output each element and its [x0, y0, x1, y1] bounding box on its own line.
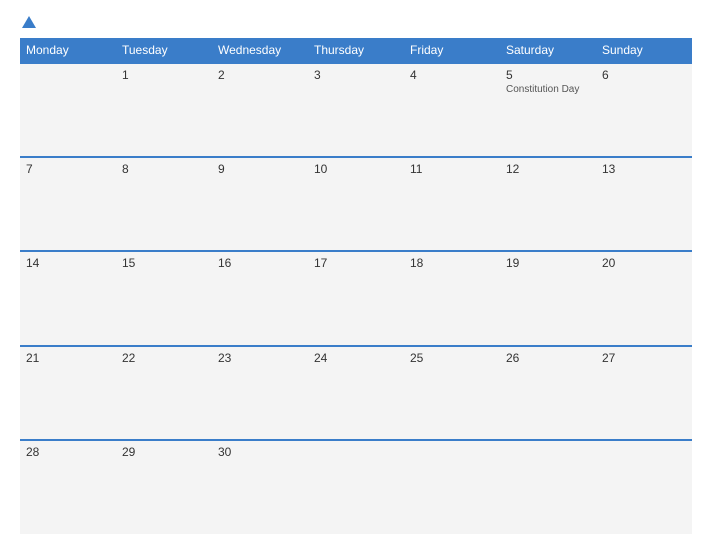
calendar-cell: 5 Constitution Day [500, 63, 596, 157]
calendar-cell: 2 [212, 63, 308, 157]
calendar-cell: 21 [20, 346, 116, 440]
day-number: 21 [26, 351, 110, 365]
calendar-week-row: 28 29 30 [20, 440, 692, 534]
day-number: 22 [122, 351, 206, 365]
day-number: 26 [506, 351, 590, 365]
logo-triangle-icon [22, 16, 36, 28]
day-number: 15 [122, 256, 206, 270]
day-number: 4 [410, 68, 494, 82]
weekday-header: Monday [20, 38, 116, 63]
calendar-cell [20, 63, 116, 157]
calendar-week-row: 12345 Constitution Day 6 [20, 63, 692, 157]
day-number: 14 [26, 256, 110, 270]
day-number: 3 [314, 68, 398, 82]
calendar-header [20, 16, 692, 28]
calendar-cell: 12 [500, 157, 596, 251]
day-number: 17 [314, 256, 398, 270]
calendar-cell [500, 440, 596, 534]
day-number: 16 [218, 256, 302, 270]
weekday-header: Saturday [500, 38, 596, 63]
weekday-header: Sunday [596, 38, 692, 63]
calendar-cell: 29 [116, 440, 212, 534]
calendar-cell: 9 [212, 157, 308, 251]
calendar-cell: 1 [116, 63, 212, 157]
day-number: 28 [26, 445, 110, 459]
calendar-cell: 11 [404, 157, 500, 251]
calendar-week-row: 789 10 11 12 13 [20, 157, 692, 251]
weekday-header: Tuesday [116, 38, 212, 63]
calendar-cell: 7 [20, 157, 116, 251]
day-number: 20 [602, 256, 686, 270]
calendar-cell: 27 [596, 346, 692, 440]
day-number: 2 [218, 68, 302, 82]
day-number: 12 [506, 162, 590, 176]
calendar-cell: 4 [404, 63, 500, 157]
calendar-cell: 6 [596, 63, 692, 157]
weekday-header: Friday [404, 38, 500, 63]
calendar-cell: 3 [308, 63, 404, 157]
day-number: 5 [506, 68, 590, 82]
calendar-cell [596, 440, 692, 534]
calendar-cell: 28 [20, 440, 116, 534]
calendar-cell: 23 [212, 346, 308, 440]
day-number: 10 [314, 162, 398, 176]
day-number: 8 [122, 162, 206, 176]
calendar-cell: 8 [116, 157, 212, 251]
calendar-header-row: MondayTuesdayWednesdayThursdayFridaySatu… [20, 38, 692, 63]
day-number: 13 [602, 162, 686, 176]
holiday-label: Constitution Day [506, 84, 590, 95]
day-number: 30 [218, 445, 302, 459]
day-number: 18 [410, 256, 494, 270]
calendar-cell: 18 [404, 251, 500, 345]
day-number: 7 [26, 162, 110, 176]
calendar-week-row: 21 22 23 24 25 26 27 [20, 346, 692, 440]
day-number: 23 [218, 351, 302, 365]
day-number: 1 [122, 68, 206, 82]
day-number: 25 [410, 351, 494, 365]
calendar-cell: 14 [20, 251, 116, 345]
day-number: 27 [602, 351, 686, 365]
calendar-cell: 19 [500, 251, 596, 345]
calendar-cell: 30 [212, 440, 308, 534]
calendar-cell [404, 440, 500, 534]
day-number: 19 [506, 256, 590, 270]
day-number: 9 [218, 162, 302, 176]
day-number: 11 [410, 162, 494, 176]
calendar-cell: 15 [116, 251, 212, 345]
weekday-header: Wednesday [212, 38, 308, 63]
calendar-cell: 20 [596, 251, 692, 345]
day-number: 29 [122, 445, 206, 459]
calendar-cell: 13 [596, 157, 692, 251]
calendar-table: MondayTuesdayWednesdayThursdayFridaySatu… [20, 38, 692, 534]
calendar-cell: 25 [404, 346, 500, 440]
calendar-week-row: 14 15 16 17 18 19 20 [20, 251, 692, 345]
day-number: 6 [602, 68, 686, 82]
day-number: 24 [314, 351, 398, 365]
calendar-cell: 26 [500, 346, 596, 440]
calendar-cell: 24 [308, 346, 404, 440]
calendar-cell [308, 440, 404, 534]
calendar-cell: 17 [308, 251, 404, 345]
weekday-header: Thursday [308, 38, 404, 63]
logo [20, 16, 36, 28]
calendar-cell: 16 [212, 251, 308, 345]
calendar-cell: 22 [116, 346, 212, 440]
calendar-cell: 10 [308, 157, 404, 251]
